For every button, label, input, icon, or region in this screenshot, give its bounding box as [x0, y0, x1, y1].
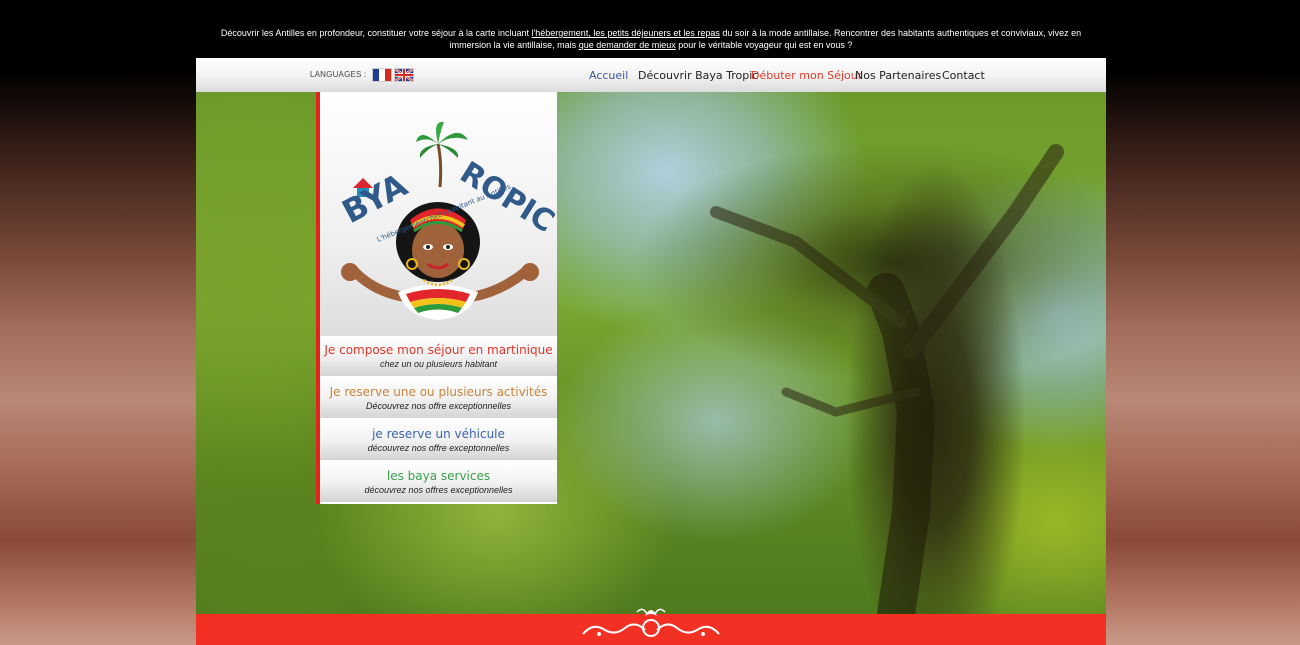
intro-text: Découvrir les Antilles en profondeur, co…: [210, 27, 1092, 51]
uk-flag-icon[interactable]: [394, 68, 414, 82]
sidebar-panel: BYA ROPIC L'hébergementchez l'habitant a…: [316, 92, 557, 504]
nav-decouvrir-baya-tropic[interactable]: Découvrir Baya Tropic: [638, 69, 758, 82]
menu-compose-sejour-title: Je compose mon séjour en martinique: [324, 343, 553, 357]
intro-text-part-3: pour le véritable voyageur qui est en vo…: [675, 40, 853, 50]
baya-tropic-logo[interactable]: BYA ROPIC L'hébergementchez l'habitant a…: [320, 92, 557, 336]
intro-link-demander[interactable]: que demander de mieux: [579, 40, 676, 50]
logo-illustration: BYA ROPIC L'hébergementchez l'habitant a…: [336, 121, 557, 320]
logo-brand-text: BYA: [336, 166, 414, 231]
menu-reserve-vehicule[interactable]: je reserve un véhicule découvrez nos off…: [320, 420, 557, 462]
menu-reserve-vehicule-subtitle: découvrez nos offre exceptonnelles: [367, 443, 510, 453]
languages-label: LANGUAGES :: [310, 70, 367, 79]
page-container: LANGUAGES : Accueil Découvrir Baya Tropi…: [196, 58, 1106, 645]
menu-reserve-vehicule-title: je reserve un véhicule: [372, 427, 505, 441]
menu-reserve-activites-title: Je reserve une ou plusieurs activités: [329, 385, 548, 399]
nav-accueil[interactable]: Accueil: [589, 69, 628, 82]
intro-text-part-1: Découvrir les Antilles en profondeur, co…: [220, 28, 532, 38]
intro-link-hebergement[interactable]: l'hébergement, les petits déjeuners et l…: [532, 28, 720, 38]
main-navigation: LANGUAGES : Accueil Découvrir Baya Tropi…: [196, 58, 1106, 92]
top-intro-bar: Découvrir les Antilles en profondeur, co…: [0, 0, 1300, 58]
nav-contact[interactable]: Contact: [942, 69, 985, 82]
menu-reserve-activites-subtitle: Découvrez nos offre exceptionnelles: [365, 401, 512, 411]
french-flag-icon[interactable]: [372, 68, 392, 82]
nav-debuter-mon-sejour[interactable]: Débuter mon Séjour: [751, 69, 862, 82]
menu-baya-services-title: les baya services: [386, 469, 491, 483]
menu-compose-sejour-subtitle: chez un ou plusieurs habitant: [379, 359, 498, 369]
menu-baya-services[interactable]: les baya services découvrez nos offres e…: [320, 462, 557, 504]
floral-ornament-icon: [582, 608, 720, 637]
nav-nos-partenaires[interactable]: Nos Partenaires: [855, 69, 941, 82]
menu-reserve-activites[interactable]: Je reserve une ou plusieurs activités Dé…: [320, 378, 557, 420]
menu-baya-services-subtitle: découvrez nos offres exceptionnelles: [364, 485, 513, 495]
menu-compose-sejour[interactable]: Je compose mon séjour en martinique chez…: [320, 336, 557, 378]
